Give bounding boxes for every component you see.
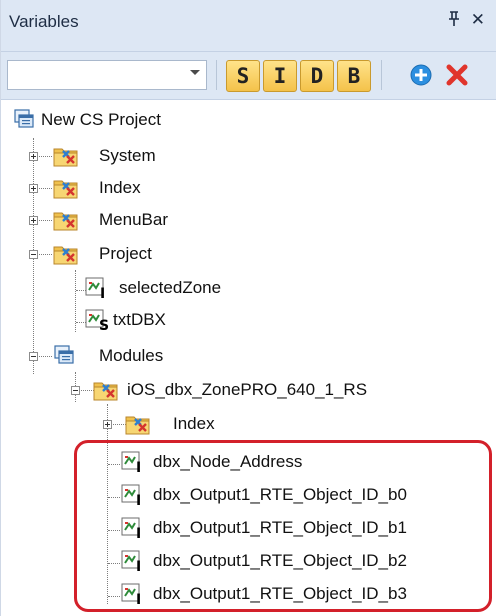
plus-circle-icon[interactable] — [409, 63, 433, 87]
folder-icon — [93, 379, 119, 401]
tree-item-module[interactable]: iOS_dbx_ZonePRO_640_1_RS — [1, 372, 496, 408]
red-x-icon[interactable] — [445, 63, 469, 87]
panel-header: Variables ✕ — [1, 0, 496, 52]
toolbar-separator — [216, 60, 217, 90]
tree-item-label: MenuBar — [99, 210, 168, 229]
d-button[interactable]: D — [300, 60, 334, 92]
s-button[interactable]: S — [226, 60, 260, 92]
panel-title: Variables — [9, 12, 79, 31]
panel-toolbar: S I D B — [1, 52, 496, 100]
expand-icon[interactable] — [29, 184, 38, 193]
tree-item-root[interactable]: New CS Project — [1, 102, 496, 138]
tree-item-label: selectedZone — [119, 278, 222, 297]
folder-icon — [53, 243, 79, 265]
chevron-down-icon — [190, 70, 200, 75]
tree-item-selectedzone[interactable]: selectedZone — [1, 270, 496, 306]
tree-item-label: iOS_dbx_ZonePRO_640_1_RS — [127, 380, 368, 399]
collapse-icon[interactable] — [29, 352, 38, 361]
tree-item-index[interactable]: Index — [1, 170, 496, 206]
toolbar-separator — [381, 60, 382, 90]
folder-icon — [53, 209, 79, 231]
annotation-highlight — [74, 440, 492, 612]
variable-icon — [85, 277, 111, 299]
tree-item-system[interactable]: System — [1, 138, 496, 174]
string-variable-icon — [85, 309, 111, 331]
pin-icon[interactable] — [447, 11, 461, 32]
expand-icon[interactable] — [103, 420, 112, 429]
tree-item-label: Modules — [99, 346, 164, 365]
i-button[interactable]: I — [263, 60, 297, 92]
tree-item-label: Index — [99, 178, 141, 197]
tree-item-txtdbx[interactable]: txtDBX — [1, 302, 496, 338]
tree-item-label: Project — [99, 244, 152, 263]
b-button[interactable]: B — [337, 60, 371, 92]
close-icon[interactable]: ✕ — [471, 10, 485, 30]
collapse-icon[interactable] — [29, 250, 38, 259]
tree-item-menubar[interactable]: MenuBar — [1, 202, 496, 238]
collapse-icon[interactable] — [71, 386, 80, 395]
expand-icon[interactable] — [29, 152, 38, 161]
project-icon — [13, 108, 35, 130]
tree-item-label: Index — [173, 414, 215, 433]
tree-item-label: txtDBX — [113, 310, 166, 329]
folder-icon — [125, 413, 151, 435]
tree-item-label: System — [99, 146, 156, 165]
tree-item-modules[interactable]: Modules — [1, 338, 496, 374]
folder-icon — [53, 177, 79, 199]
expand-icon[interactable] — [29, 216, 38, 225]
modules-icon — [53, 344, 75, 366]
tree-item-project[interactable]: Project — [1, 236, 496, 272]
tree-item-label: New CS Project — [41, 110, 161, 129]
tree-item-module-index[interactable]: Index — [1, 406, 496, 442]
folder-icon — [53, 145, 79, 167]
variables-panel: Variables ✕ S I D B New CS Project Syste… — [0, 0, 496, 616]
filter-combo[interactable] — [7, 60, 207, 90]
